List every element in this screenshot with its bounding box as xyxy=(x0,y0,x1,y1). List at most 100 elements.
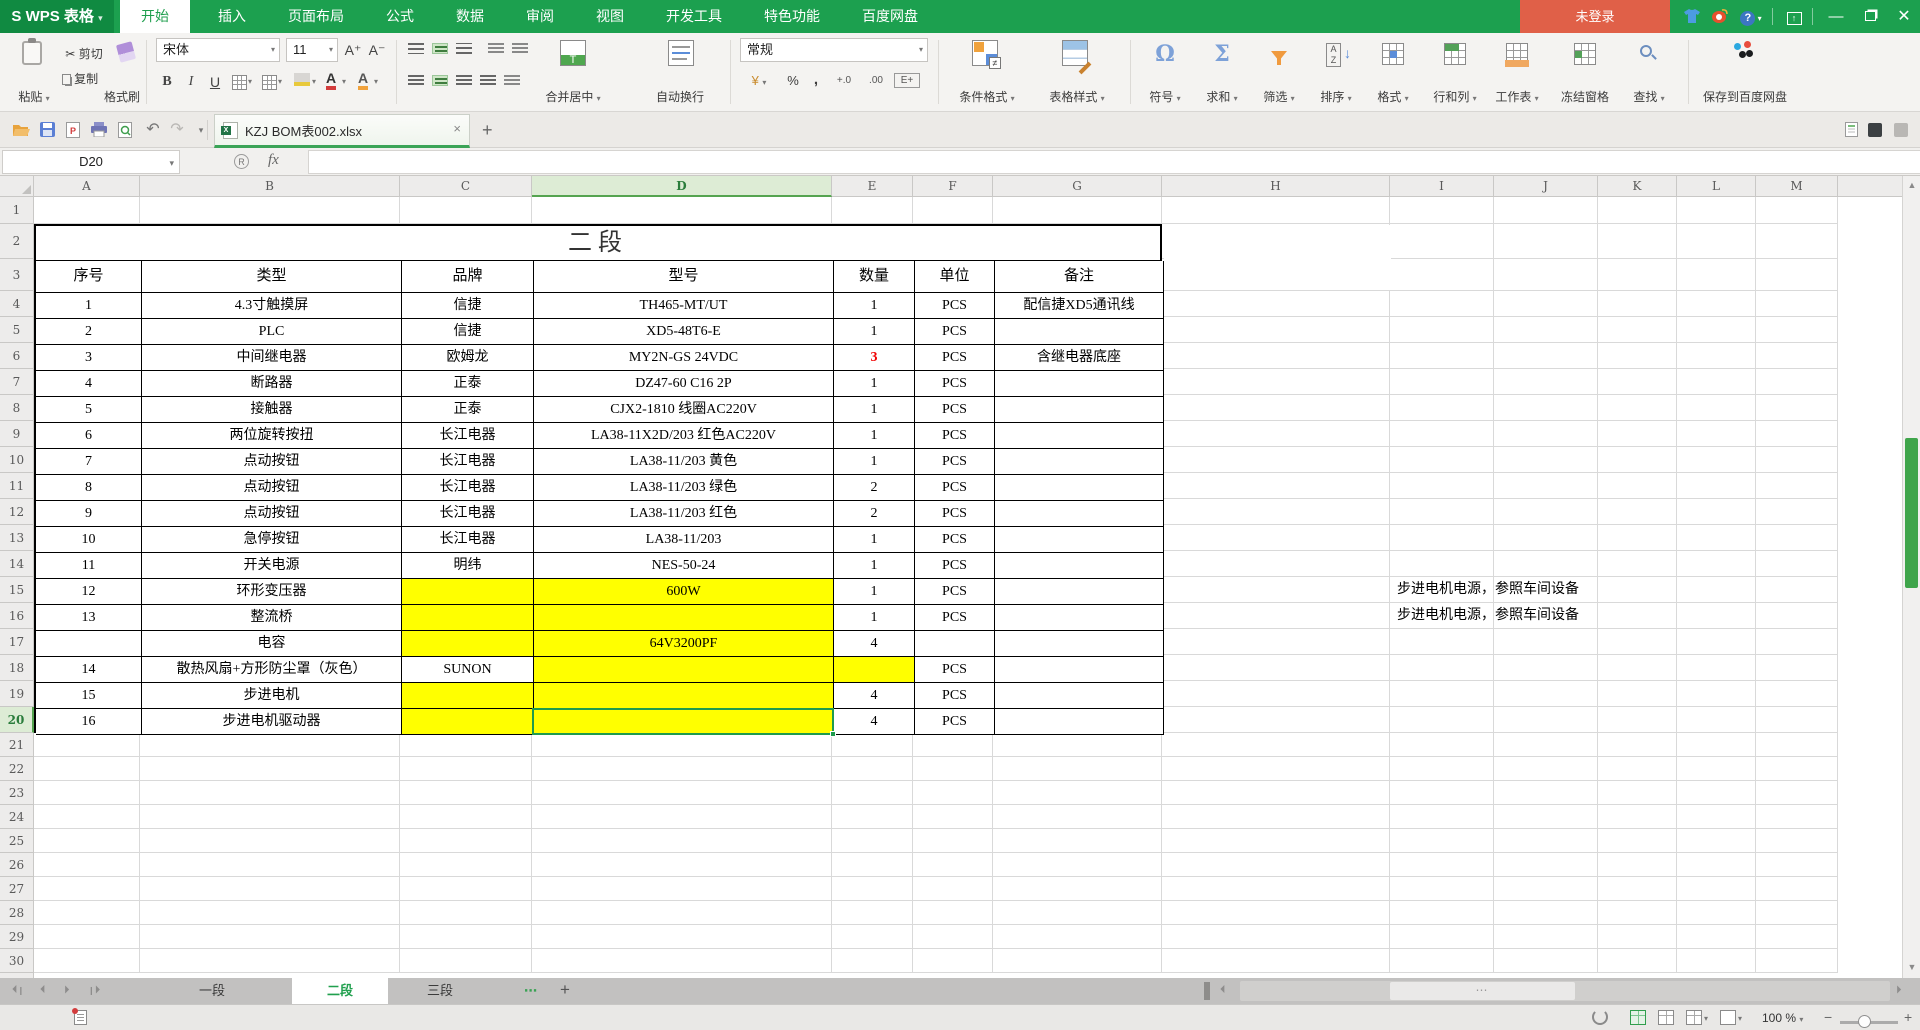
table-style-icon[interactable] xyxy=(1062,40,1088,66)
cell-E17[interactable]: 4 xyxy=(834,631,915,657)
distribute-icon[interactable] xyxy=(504,75,520,86)
cell-A18[interactable]: 14 xyxy=(36,657,142,683)
cell-D7[interactable]: DZ47-60 C16 2P xyxy=(534,371,834,397)
cell-D14[interactable]: NES-50-24 xyxy=(534,553,834,579)
cell-A17[interactable] xyxy=(36,631,142,657)
cell-E10[interactable]: 1 xyxy=(834,449,915,475)
cell-A5[interactable]: 2 xyxy=(36,319,142,345)
draw-border-caret-icon[interactable]: ▾ xyxy=(278,77,282,86)
cell-C14[interactable]: 明纬 xyxy=(402,553,534,579)
cell-F11[interactable]: PCS xyxy=(915,475,995,501)
row-header-19[interactable]: 19 xyxy=(0,681,34,707)
column-header-F[interactable]: F xyxy=(913,176,993,197)
help-icon[interactable]: ? ▾ xyxy=(1736,0,1766,33)
name-box-caret-icon[interactable]: ▾ xyxy=(169,152,174,174)
doc-mode-icon[interactable] xyxy=(1842,121,1860,139)
row-header-23[interactable]: 23 xyxy=(0,781,34,805)
split-handle[interactable] xyxy=(1204,982,1210,1000)
sheet-tab-二段[interactable]: 二段 xyxy=(292,978,388,1004)
cell-E4[interactable]: 1 xyxy=(834,293,915,319)
zoom-out-icon[interactable]: − xyxy=(1824,1009,1832,1025)
row-header-4[interactable]: 4 xyxy=(0,291,34,317)
minimize-icon[interactable]: — xyxy=(1822,0,1850,33)
font-size-select[interactable]: 11▾ xyxy=(286,38,338,62)
cell-F8[interactable]: PCS xyxy=(915,397,995,423)
align-middle-icon[interactable] xyxy=(432,43,448,54)
currency-format-icon[interactable]: ¥ ▾ xyxy=(744,73,774,88)
cell-E20[interactable]: 4 xyxy=(834,709,915,735)
print-icon[interactable] xyxy=(90,121,108,139)
row-header-2[interactable]: 2 xyxy=(0,224,34,259)
column-header-K[interactable]: K xyxy=(1598,176,1677,197)
column-header-M[interactable]: M xyxy=(1756,176,1838,197)
column-header-C[interactable]: C xyxy=(400,176,532,197)
table-style-button[interactable]: 表格样式 ▾ xyxy=(1036,88,1118,105)
baidu-cloud-icon[interactable] xyxy=(1732,41,1760,67)
bold-button[interactable]: B xyxy=(156,70,178,94)
cell-E18[interactable] xyxy=(834,657,915,683)
table-header-cell[interactable]: 类型 xyxy=(142,261,402,293)
row-header-10[interactable]: 10 xyxy=(0,447,34,473)
more-sheets-button[interactable]: ⋯ xyxy=(524,978,538,1004)
cell-D10[interactable]: LA38-11/203 黄色 xyxy=(534,449,834,475)
row-header-12[interactable]: 12 xyxy=(0,499,34,525)
increase-indent-icon[interactable] xyxy=(512,43,528,54)
row-header-29[interactable]: 29 xyxy=(0,925,34,949)
cell-F10[interactable]: PCS xyxy=(915,449,995,475)
side-note-1[interactable]: 步进电机电源，参照车间设备 xyxy=(1392,577,1618,603)
refresh-icon[interactable] xyxy=(1592,1009,1608,1025)
cell-B17[interactable]: 电容 xyxy=(142,631,402,657)
conditional-format-icon[interactable]: ≠ xyxy=(972,40,998,66)
undo-icon[interactable]: ↶ xyxy=(144,121,162,139)
cell-A4[interactable]: 1 xyxy=(36,293,142,319)
cell-E16[interactable]: 1 xyxy=(834,605,915,631)
cell-D9[interactable]: LA38-11X2D/203 红色AC220V xyxy=(534,423,834,449)
cell-C13[interactable]: 长江电器 xyxy=(402,527,534,553)
cell-F5[interactable]: PCS xyxy=(915,319,995,345)
row-header-14[interactable]: 14 xyxy=(0,551,34,577)
number-format-select[interactable]: 常规▾ xyxy=(740,38,928,62)
skin-icon[interactable] xyxy=(1680,0,1704,33)
cell-A10[interactable]: 7 xyxy=(36,449,142,475)
cell-D16[interactable] xyxy=(534,605,834,631)
cell-C5[interactable]: 信捷 xyxy=(402,319,534,345)
cell-E7[interactable]: 1 xyxy=(834,371,915,397)
menu-tab-视图[interactable]: 视图 xyxy=(582,0,638,33)
file-tab-close-icon[interactable]: × xyxy=(453,121,461,136)
fx-icon[interactable]: fx xyxy=(268,152,279,169)
cell-G7[interactable] xyxy=(995,371,1164,397)
row-header-6[interactable]: 6 xyxy=(0,343,34,369)
cell-E14[interactable]: 1 xyxy=(834,553,915,579)
column-header-L[interactable]: L xyxy=(1677,176,1756,197)
cell-C17[interactable] xyxy=(402,631,534,657)
filter-icon[interactable] xyxy=(1271,51,1287,61)
cell-G16[interactable] xyxy=(995,605,1164,631)
cell-A15[interactable]: 12 xyxy=(36,579,142,605)
close-icon[interactable]: ✕ xyxy=(1890,0,1918,33)
column-header-H[interactable]: H xyxy=(1162,176,1390,197)
row-header-16[interactable]: 16 xyxy=(0,603,34,629)
decrease-indent-icon[interactable] xyxy=(488,43,504,54)
scroll-down-icon[interactable]: ▼ xyxy=(1903,962,1920,972)
cell-C10[interactable]: 长江电器 xyxy=(402,449,534,475)
cell-B20[interactable]: 步进电机驱动器 xyxy=(142,709,402,735)
cell-B5[interactable]: PLC xyxy=(142,319,402,345)
draw-border-icon[interactable] xyxy=(262,75,277,90)
cell-D11[interactable]: LA38-11/203 绿色 xyxy=(534,475,834,501)
cell-C11[interactable]: 长江电器 xyxy=(402,475,534,501)
fill-color-icon[interactable] xyxy=(294,73,310,86)
align-left-icon[interactable] xyxy=(408,75,424,86)
cell-B16[interactable]: 整流桥 xyxy=(142,605,402,631)
cell-F4[interactable]: PCS xyxy=(915,293,995,319)
menu-tab-插入[interactable]: 插入 xyxy=(204,0,260,33)
new-document-tab-button[interactable]: + xyxy=(482,120,493,141)
login-button[interactable]: 未登录 xyxy=(1520,0,1670,33)
horizontal-scrollbar[interactable]: ⋯ xyxy=(1240,981,1890,1001)
vertical-scroll-thumb[interactable] xyxy=(1905,438,1918,588)
cell-C20[interactable] xyxy=(402,709,534,735)
scientific-format-icon[interactable]: E+ xyxy=(894,73,920,88)
cell-A12[interactable]: 9 xyxy=(36,501,142,527)
worksheet-button[interactable]: 工作表 ▾ xyxy=(1486,88,1548,105)
cell-B9[interactable]: 两位旋转按扭 xyxy=(142,423,402,449)
merge-center-button[interactable]: 合并居中 ▾ xyxy=(528,88,618,105)
